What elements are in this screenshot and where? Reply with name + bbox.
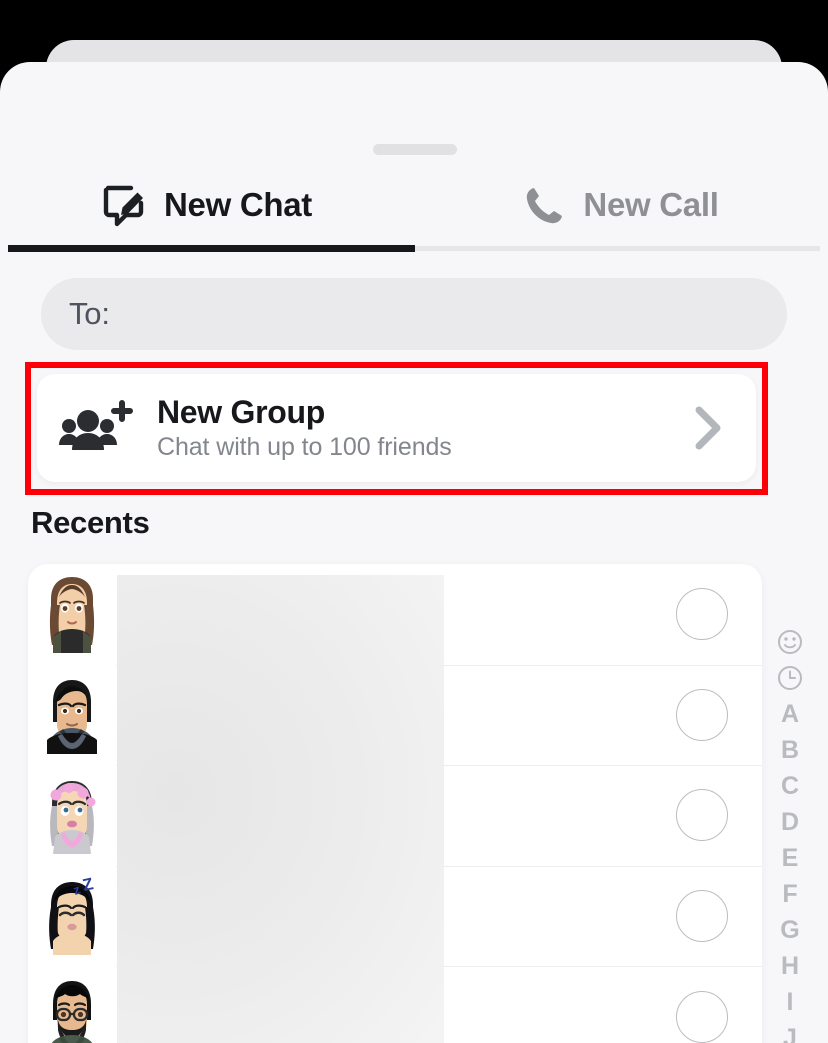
new-group-text-block: New Group Chat with up to 100 friends xyxy=(157,394,660,462)
recipient-search-input[interactable]: To: xyxy=(41,278,787,350)
list-item[interactable] xyxy=(28,564,762,665)
alpha-index-j[interactable]: J xyxy=(768,1020,812,1043)
alpha-index-g[interactable]: G xyxy=(768,912,812,948)
new-group-subtitle: Chat with up to 100 friends xyxy=(157,433,452,462)
new-group-title: New Group xyxy=(157,394,325,431)
tab-new-chat-label: New Chat xyxy=(164,186,312,223)
contact-select-checkbox[interactable] xyxy=(642,990,762,1043)
alpha-index-i[interactable]: I xyxy=(768,984,812,1020)
alpha-index-b[interactable]: B xyxy=(768,732,812,768)
recents-contact-list: z Z xyxy=(28,564,762,1043)
sheet-drag-handle[interactable] xyxy=(373,144,457,155)
list-item[interactable] xyxy=(28,966,762,1043)
smiley-icon[interactable] xyxy=(768,624,812,660)
clock-icon[interactable] xyxy=(768,660,812,696)
alphabet-index: A B C D E F G H I J K xyxy=(768,624,812,1043)
chevron-right-icon xyxy=(660,405,756,451)
avatar xyxy=(28,776,116,855)
avatar xyxy=(28,676,116,754)
alpha-index-h[interactable]: H xyxy=(768,948,812,984)
tab-new-chat[interactable]: New Chat xyxy=(0,162,414,248)
contact-select-checkbox[interactable] xyxy=(642,890,762,943)
alpha-index-a[interactable]: A xyxy=(768,696,812,732)
alpha-index-c[interactable]: C xyxy=(768,768,812,804)
contact-select-checkbox[interactable] xyxy=(642,688,762,741)
alpha-index-f[interactable]: F xyxy=(768,876,812,912)
list-item[interactable] xyxy=(28,765,762,866)
contact-select-checkbox[interactable] xyxy=(642,789,762,842)
tab-new-call-label: New Call xyxy=(583,186,719,223)
recents-heading: Recents xyxy=(31,505,150,540)
avatar xyxy=(28,575,116,654)
new-chat-bottom-sheet: New Chat New Call To: New Group Chat wit… xyxy=(0,62,828,1043)
alpha-index-e[interactable]: E xyxy=(768,840,812,876)
avatar xyxy=(28,978,116,1043)
list-item[interactable]: z Z xyxy=(28,865,762,967)
recipient-search-label: To: xyxy=(69,296,110,331)
avatar: z Z xyxy=(28,877,116,956)
alpha-index-d[interactable]: D xyxy=(768,804,812,840)
list-item[interactable] xyxy=(28,664,762,766)
compose-chat-icon xyxy=(102,183,148,227)
tab-active-indicator xyxy=(8,245,415,252)
contact-select-checkbox[interactable] xyxy=(642,588,762,641)
group-add-icon xyxy=(37,400,157,456)
new-group-row[interactable]: New Group Chat with up to 100 friends xyxy=(37,374,756,482)
tab-new-call[interactable]: New Call xyxy=(414,162,828,248)
tab-bar: New Chat New Call xyxy=(0,162,828,248)
phone-icon xyxy=(523,183,567,227)
